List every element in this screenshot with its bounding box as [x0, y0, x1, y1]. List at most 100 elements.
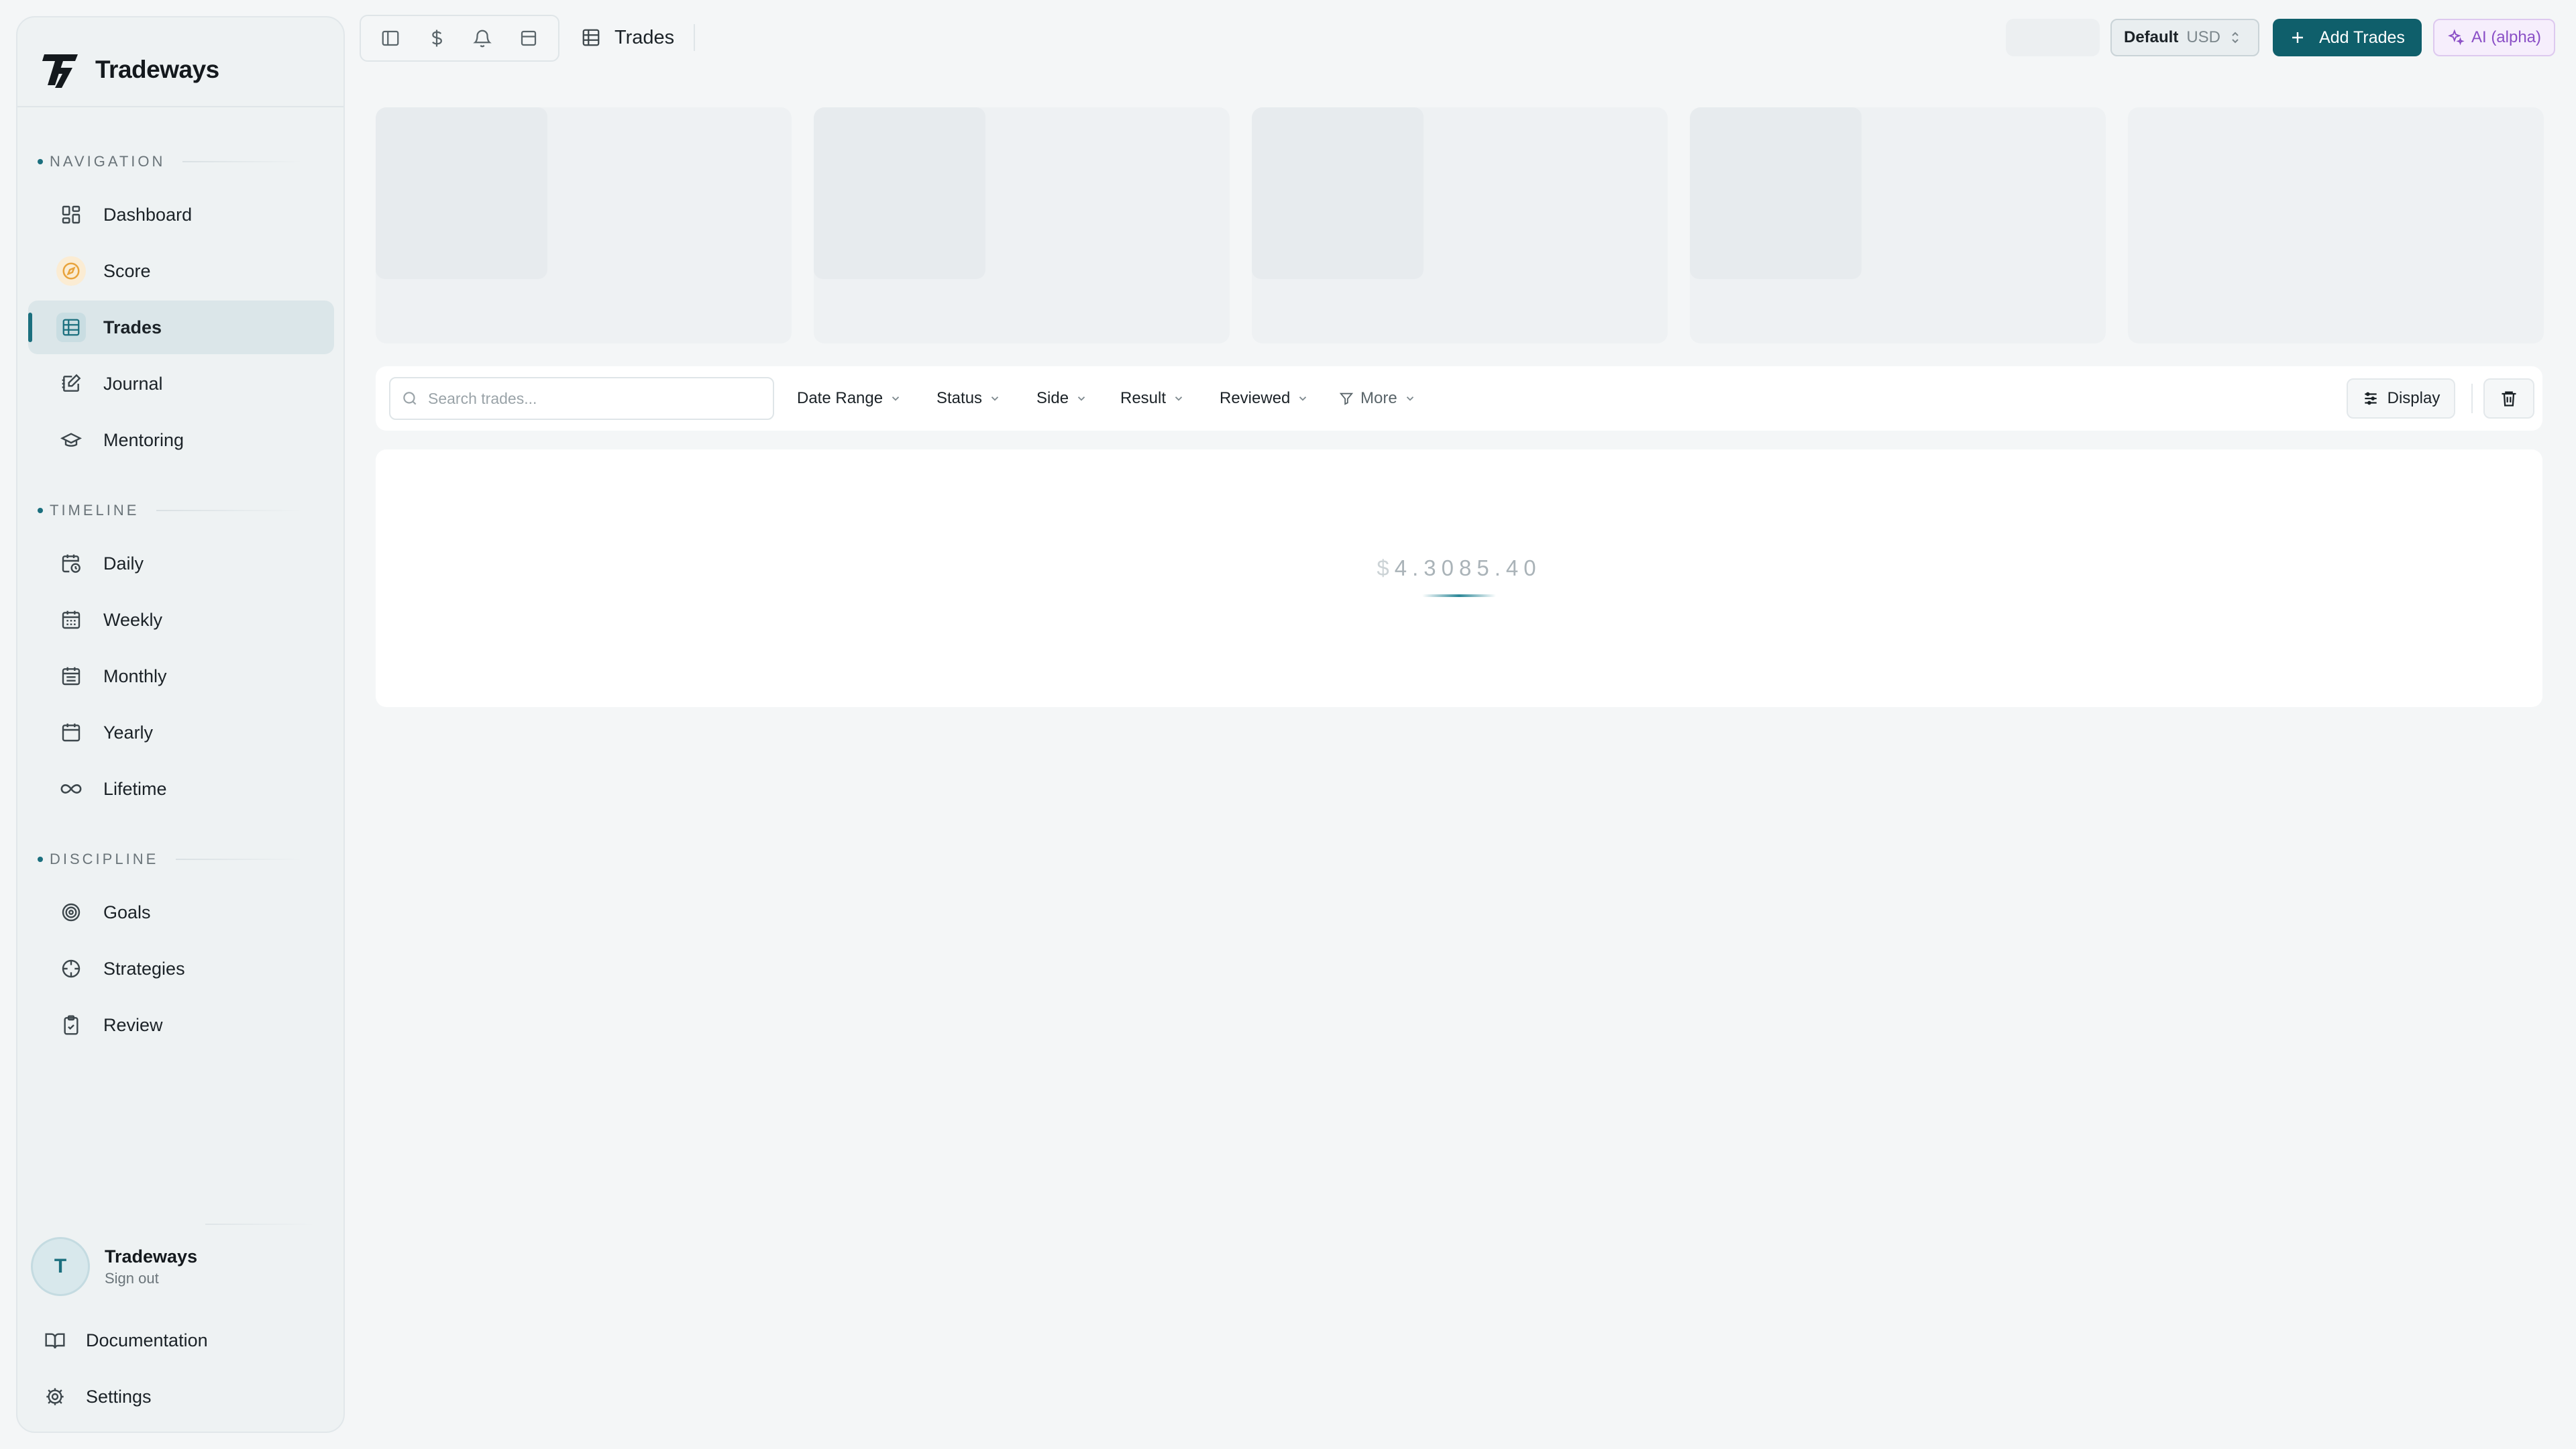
section-label: NAVIGATION	[50, 153, 166, 170]
chevron-down-icon	[890, 392, 902, 405]
sidebar-item-score[interactable]: Score	[28, 244, 334, 298]
brand[interactable]: Tradeways	[42, 36, 219, 103]
sidebar-item-label: Review	[103, 1014, 163, 1035]
skeleton-block	[376, 107, 547, 279]
filter-status[interactable]: Status	[930, 378, 1008, 419]
sidebar-item-strategies[interactable]: Strategies	[28, 942, 334, 996]
skeleton-block	[1252, 107, 1424, 279]
section-dot	[38, 159, 43, 164]
account-currency: USD	[2186, 28, 2221, 46]
filter-label: Reviewed	[1220, 389, 1291, 407]
sparkles-icon	[2447, 29, 2465, 46]
sign-out-link[interactable]: Sign out	[105, 1270, 197, 1287]
sidebar-item-monthly[interactable]: Monthly	[28, 649, 334, 703]
ai-button[interactable]: AI (alpha)	[2433, 19, 2555, 56]
compass-icon	[56, 256, 86, 286]
loading-placeholder	[2006, 19, 2100, 56]
toggle-sidebar-button[interactable]	[371, 21, 410, 56]
sidebar-item-journal[interactable]: Journal	[28, 357, 334, 411]
stat-card-skeleton	[1690, 107, 2106, 343]
book-icon	[44, 1330, 66, 1351]
sidebar-item-yearly[interactable]: Yearly	[28, 706, 334, 759]
add-trades-button[interactable]: Add Trades	[2273, 19, 2422, 56]
filter-label: Status	[936, 389, 983, 407]
documentation-link[interactable]: Documentation	[44, 1320, 208, 1360]
trash-icon	[2500, 389, 2518, 408]
filter-label: More	[1360, 389, 1397, 407]
display-label: Display	[2387, 389, 2440, 407]
target-icon	[56, 898, 86, 927]
crosshair-icon	[56, 954, 86, 983]
filter-label: Side	[1036, 389, 1069, 407]
currency-symbol: $	[1377, 555, 1395, 580]
avatar: T	[31, 1237, 90, 1296]
display-button[interactable]: Display	[2347, 378, 2455, 419]
journal-icon	[56, 369, 86, 398]
notifications-button[interactable]	[463, 21, 502, 56]
section-dot	[38, 857, 43, 862]
clipboard-check-icon	[56, 1010, 86, 1040]
sidebar-item-label: Journal	[103, 373, 163, 394]
stat-card-skeleton	[2128, 107, 2544, 343]
sidebar-item-mentoring[interactable]: Mentoring	[28, 413, 334, 467]
currency-button[interactable]	[417, 21, 456, 56]
filter-result[interactable]: Result	[1114, 378, 1191, 419]
user-profile[interactable]: T Tradeways Sign out	[31, 1237, 197, 1296]
stat-card-skeleton	[376, 107, 792, 343]
filter-more[interactable]: More	[1332, 378, 1423, 419]
sidebar-item-weekly[interactable]: Weekly	[28, 593, 334, 647]
sidebar-icon	[380, 28, 400, 48]
section-rule	[176, 859, 303, 860]
gear-icon	[44, 1386, 66, 1407]
filter-reviewed[interactable]: Reviewed	[1213, 378, 1316, 419]
ai-label: AI (alpha)	[2471, 28, 2542, 46]
sidebar-item-label: Score	[103, 260, 151, 281]
sidebar-item-label: Dashboard	[103, 204, 193, 225]
sidebar-item-label: Daily	[103, 553, 144, 574]
breadcrumb-divider	[694, 24, 695, 51]
sidebar-item-goals[interactable]: Goals	[28, 885, 334, 939]
sidebar-item-lifetime[interactable]: Lifetime	[28, 762, 334, 816]
brand-divider	[17, 106, 343, 107]
account-selector[interactable]: Default USD	[2110, 19, 2259, 56]
settings-link[interactable]: Settings	[44, 1377, 152, 1417]
table-icon	[56, 313, 86, 342]
calendar-clock-icon	[56, 549, 86, 578]
trades-table-panel: $4.3085.40	[376, 449, 2542, 707]
section-label: DISCIPLINE	[50, 851, 159, 867]
tradeways-logo-icon	[42, 50, 80, 89]
search-icon	[401, 390, 419, 407]
filter-date-range[interactable]: Date Range	[790, 378, 908, 419]
documentation-label: Documentation	[86, 1330, 208, 1350]
filter-side[interactable]: Side	[1030, 378, 1094, 419]
layout-button[interactable]	[509, 21, 548, 56]
delete-button[interactable]	[2483, 378, 2534, 419]
search-field[interactable]	[389, 377, 774, 420]
section-discipline: DISCIPLINE	[38, 849, 303, 869]
sliders-icon	[2362, 390, 2379, 407]
graduation-cap-icon	[56, 425, 86, 455]
section-label: TIMELINE	[50, 502, 140, 519]
sidebar-item-label: Weekly	[103, 609, 163, 630]
sidebar-item-label: Goals	[103, 902, 151, 922]
loading-indicator	[1422, 594, 1496, 597]
chevron-up-down-icon	[2229, 30, 2242, 46]
sidebar: Tradeways NAVIGATION Dashboard Score Tra…	[16, 16, 345, 1433]
chevron-down-icon	[1173, 392, 1185, 405]
search-input[interactable]	[428, 389, 750, 408]
calendar-icon	[56, 718, 86, 747]
section-navigation: NAVIGATION	[38, 152, 303, 172]
skeleton-block	[814, 107, 985, 279]
toolbar-group	[360, 15, 559, 62]
filter-label: Result	[1120, 389, 1167, 407]
funnel-icon	[1339, 391, 1354, 406]
sidebar-item-daily[interactable]: Daily	[28, 537, 334, 590]
sidebar-item-label: Trades	[103, 317, 162, 337]
filter-label: Date Range	[797, 389, 883, 407]
page-title: Trades	[614, 26, 675, 48]
sidebar-item-trades[interactable]: Trades	[28, 301, 334, 354]
sidebar-item-dashboard[interactable]: Dashboard	[28, 188, 334, 241]
user-name: Tradeways	[105, 1246, 198, 1267]
footer-divider	[205, 1224, 317, 1225]
sidebar-item-review[interactable]: Review	[28, 998, 334, 1052]
